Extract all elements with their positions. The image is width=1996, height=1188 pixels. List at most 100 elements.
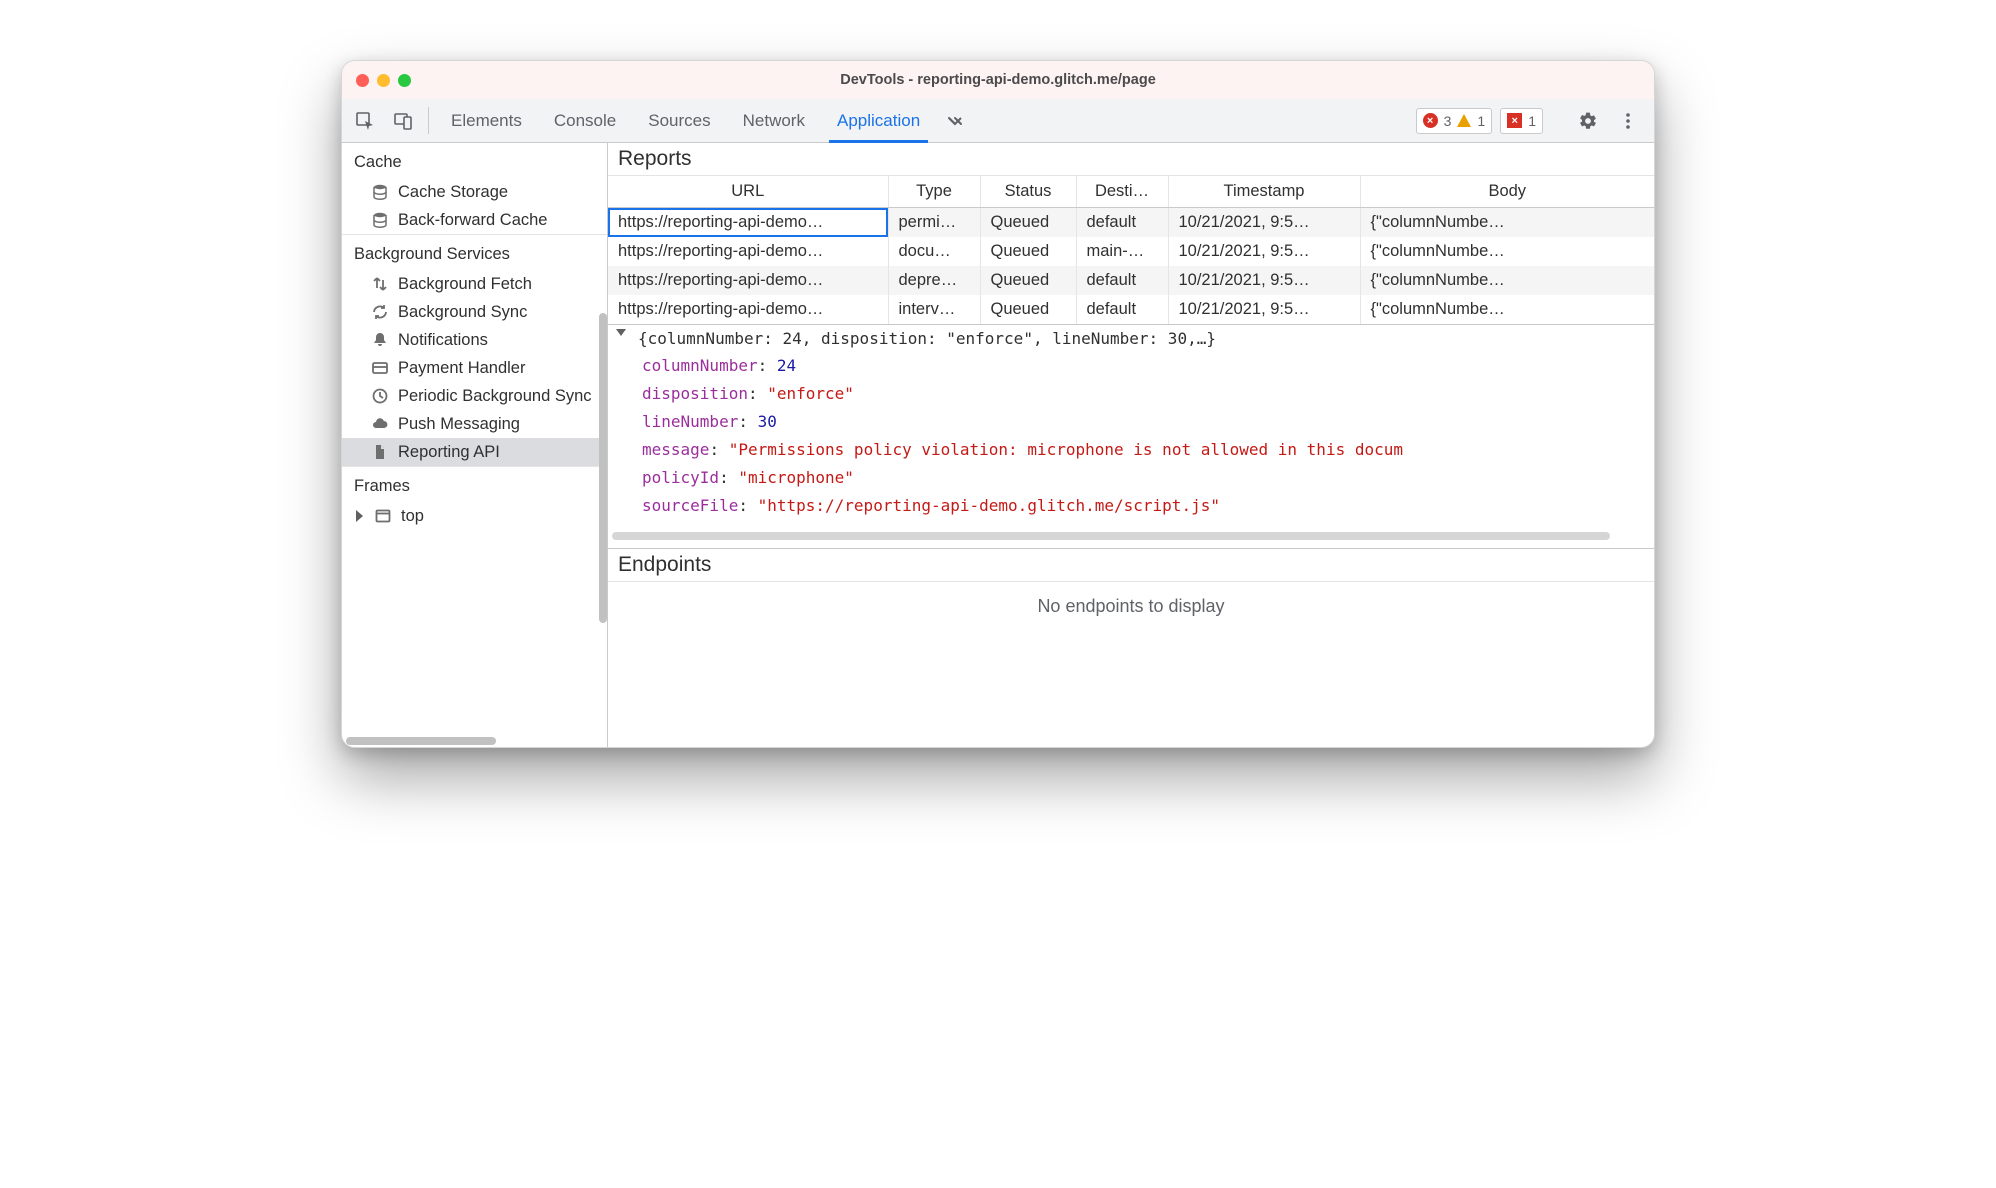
issues-badge[interactable]: × 1 [1500, 108, 1543, 134]
cell-url[interactable]: https://reporting-api-demo… [608, 295, 888, 324]
toolbar-separator [428, 107, 429, 134]
tab-console[interactable]: Console [538, 99, 632, 142]
col-type[interactable]: Type [888, 176, 980, 208]
bell-icon [370, 330, 390, 350]
detail-value: "https://reporting-api-demo.glitch.me/sc… [758, 496, 1220, 515]
sidebar-item-label: Back-forward Cache [398, 211, 547, 230]
tab-label: Elements [451, 111, 522, 131]
sidebar-item-payment-handler[interactable]: Payment Handler [342, 354, 607, 382]
cell-body: {"columnNumbe… [1360, 295, 1654, 324]
reports-header-row: URL Type Status Desti… Timestamp Body [608, 176, 1654, 208]
reports-title: Reports [608, 143, 1654, 176]
cloud-icon [370, 414, 390, 434]
zoom-window-icon[interactable] [398, 74, 411, 87]
sidebar-item-background-sync[interactable]: Background Sync [342, 298, 607, 326]
cell-url[interactable]: https://reporting-api-demo… [608, 208, 888, 238]
detail-key: lineNumber [642, 412, 738, 431]
tab-label: Console [554, 111, 616, 131]
more-tabs-button[interactable] [936, 99, 974, 142]
devtools-tabs: Elements Console Sources Network Applica… [435, 99, 936, 142]
cell-dest: default [1076, 266, 1168, 295]
tab-sources[interactable]: Sources [632, 99, 726, 142]
titlebar: DevTools - reporting-api-demo.glitch.me/… [342, 61, 1654, 99]
report-detail-body: columnNumber: 24 disposition: "enforce" … [608, 352, 1654, 526]
sidebar-item-reporting-api[interactable]: Reporting API [342, 438, 607, 466]
cell-status: Queued [980, 237, 1076, 266]
tab-network[interactable]: Network [727, 99, 821, 142]
detail-horizontal-scrollbar[interactable] [612, 528, 1650, 544]
error-icon: × [1423, 113, 1438, 128]
section-cache: Cache [342, 143, 607, 178]
clock-icon [370, 386, 390, 406]
table-row[interactable]: https://reporting-api-demo… interv… Queu… [608, 295, 1654, 324]
col-body[interactable]: Body [1360, 176, 1654, 208]
table-row[interactable]: https://reporting-api-demo… depre… Queue… [608, 266, 1654, 295]
cell-type: docu… [888, 237, 980, 266]
tab-label: Application [837, 111, 920, 131]
endpoints-empty-message: No endpoints to display [608, 582, 1654, 635]
console-summary-badge[interactable]: × 3 1 [1416, 108, 1493, 134]
sidebar-item-label: Notifications [398, 331, 488, 350]
detail-key: sourceFile [642, 496, 738, 515]
settings-gear-icon[interactable] [1572, 105, 1604, 137]
cell-dest: default [1076, 295, 1168, 324]
warning-count: 1 [1477, 113, 1485, 129]
more-options-icon[interactable] [1612, 105, 1644, 137]
error-count: 3 [1444, 113, 1452, 129]
cell-url[interactable]: https://reporting-api-demo… [608, 237, 888, 266]
detail-key: columnNumber [642, 356, 758, 375]
report-detail-header[interactable]: {columnNumber: 24, disposition: "enforce… [608, 324, 1654, 352]
col-dest[interactable]: Desti… [1076, 176, 1168, 208]
detail-value: "enforce" [767, 384, 854, 403]
cell-dest: main-… [1076, 237, 1168, 266]
tab-label: Sources [648, 111, 710, 131]
section-frames: Frames [342, 466, 607, 502]
inspect-element-icon[interactable] [346, 99, 384, 142]
detail-key: policyId [642, 468, 719, 487]
devtools-window: DevTools - reporting-api-demo.glitch.me/… [341, 60, 1655, 748]
table-row[interactable]: https://reporting-api-demo… docu… Queued… [608, 237, 1654, 266]
sidebar-item-label: Cache Storage [398, 183, 508, 202]
detail-value: 24 [777, 356, 796, 375]
sidebar-item-frames-top[interactable]: top [342, 502, 607, 530]
sidebar-item-periodic-background-sync[interactable]: Periodic Background Sync [342, 382, 607, 410]
main-area: Cache Cache Storage Back-forward Cache B… [342, 143, 1654, 747]
cell-type: interv… [888, 295, 980, 324]
cell-body: {"columnNumbe… [1360, 237, 1654, 266]
sidebar-vertical-scrollbar[interactable] [597, 143, 607, 747]
disclosure-triangle-icon[interactable] [356, 510, 363, 522]
close-window-icon[interactable] [356, 74, 369, 87]
tab-application[interactable]: Application [821, 99, 936, 142]
detail-key: message [642, 440, 709, 459]
table-row[interactable]: https://reporting-api-demo… permi… Queue… [608, 208, 1654, 238]
detail-value: "Permissions policy violation: microphon… [729, 440, 1403, 459]
sidebar-item-back-forward-cache[interactable]: Back-forward Cache [342, 206, 607, 234]
sidebar-item-label: Reporting API [398, 443, 500, 462]
warning-icon [1457, 114, 1471, 127]
sidebar-horizontal-scrollbar[interactable] [342, 735, 607, 747]
cell-status: Queued [980, 266, 1076, 295]
sidebar-item-background-fetch[interactable]: Background Fetch [342, 270, 607, 298]
col-status[interactable]: Status [980, 176, 1076, 208]
swap-icon [370, 274, 390, 294]
cell-type: depre… [888, 266, 980, 295]
tab-elements[interactable]: Elements [435, 99, 538, 142]
cell-timestamp: 10/21/2021, 9:5… [1168, 266, 1360, 295]
sidebar-item-push-messaging[interactable]: Push Messaging [342, 410, 607, 438]
sidebar-item-cache-storage[interactable]: Cache Storage [342, 178, 607, 206]
tab-label: Network [743, 111, 805, 131]
sidebar-item-notifications[interactable]: Notifications [342, 326, 607, 354]
disclosure-triangle-icon[interactable] [616, 329, 626, 336]
database-icon [370, 182, 390, 202]
sidebar-item-label: Background Sync [398, 303, 527, 322]
devtools-toolbar: Elements Console Sources Network Applica… [342, 99, 1654, 143]
cell-body: {"columnNumbe… [1360, 208, 1654, 238]
col-timestamp[interactable]: Timestamp [1168, 176, 1360, 208]
col-url[interactable]: URL [608, 176, 888, 208]
minimize-window-icon[interactable] [377, 74, 390, 87]
window-controls [356, 74, 411, 87]
cell-type: permi… [888, 208, 980, 238]
issue-count: 1 [1528, 113, 1536, 129]
cell-url[interactable]: https://reporting-api-demo… [608, 266, 888, 295]
device-toolbar-icon[interactable] [384, 99, 422, 142]
